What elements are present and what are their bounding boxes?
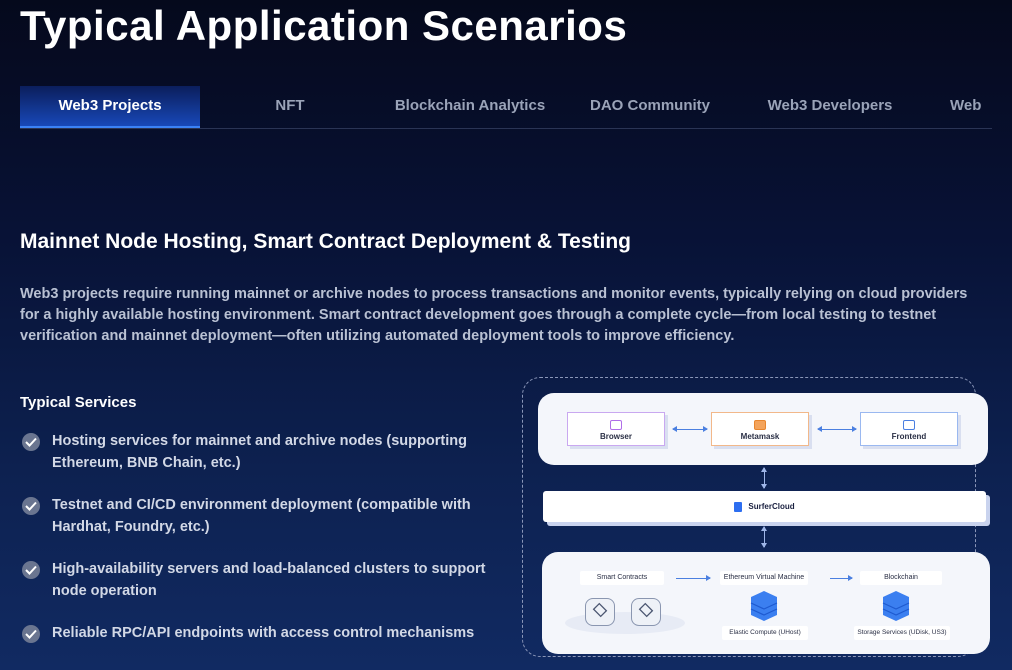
service-text: Hosting services for mainnet and archive…: [52, 433, 467, 471]
blockchain-label: Blockchain: [860, 571, 942, 585]
surfercloud-label: SurferCloud: [748, 502, 795, 511]
tab-web3-developers[interactable]: Web3 Developers: [755, 86, 905, 126]
section-title: Mainnet Node Hosting, Smart Contract Dep…: [20, 230, 631, 253]
arrow-cloud-infra: [761, 526, 767, 548]
arrow-client-cloud: [761, 467, 767, 489]
tab-blockchain-analytics[interactable]: Blockchain Analytics: [385, 86, 555, 126]
check-icon: [22, 433, 40, 451]
arrow-contracts-evm: [676, 575, 711, 581]
server-icon: [750, 590, 778, 622]
smart-contracts-label: Smart Contracts: [580, 571, 664, 585]
tab-dao-community[interactable]: DAO Community: [580, 86, 720, 126]
check-icon: [22, 625, 40, 643]
services-title: Typical Services: [20, 394, 137, 411]
scenario-tabs: Web3 Projects NFT Blockchain Analytics D…: [20, 86, 992, 129]
list-item: Testnet and CI/CD environment deployment…: [20, 494, 490, 538]
list-item: Reliable RPC/API endpoints with access c…: [20, 622, 490, 644]
surfercloud-bar: SurferCloud: [543, 491, 986, 522]
frontend-label: Frontend: [891, 432, 927, 441]
metamask-box: Metamask: [711, 412, 809, 446]
contract-node-icon: [631, 598, 661, 626]
contracts-base: [565, 612, 685, 634]
list-item: High-availability servers and load-balan…: [20, 558, 490, 602]
check-icon: [22, 497, 40, 515]
services-list: Hosting services for mainnet and archive…: [20, 430, 490, 644]
browser-box: Browser: [567, 412, 665, 446]
service-text: High-availability servers and load-balan…: [52, 561, 486, 599]
service-text: Reliable RPC/API endpoints with access c…: [52, 625, 475, 641]
contract-node-icon: [585, 598, 615, 626]
page-title: Typical Application Scenarios: [20, 2, 628, 49]
check-icon: [22, 561, 40, 579]
service-text: Testnet and CI/CD environment deployment…: [52, 497, 471, 535]
tab-web-partial[interactable]: Web: [950, 86, 992, 126]
elastic-compute-label: Elastic Compute (UHost): [722, 626, 808, 640]
tab-nft[interactable]: NFT: [220, 86, 360, 126]
section-description: Web3 projects require running mainnet or…: [20, 286, 968, 344]
frontend-box: Frontend: [860, 412, 958, 446]
document-icon: [734, 501, 743, 512]
tab-web3-projects[interactable]: Web3 Projects: [20, 86, 200, 128]
evm-label: Ethereum Virtual Machine: [720, 571, 808, 585]
frontend-icon: [903, 420, 915, 430]
list-item: Hosting services for mainnet and archive…: [20, 430, 490, 474]
metamask-icon: [754, 420, 766, 430]
arrow-browser-metamask: [672, 426, 708, 432]
metamask-label: Metamask: [740, 432, 780, 441]
arrow-metamask-frontend: [817, 426, 857, 432]
browser-icon: [610, 420, 622, 430]
storage-icon: [882, 590, 910, 622]
browser-label: Browser: [599, 432, 632, 441]
arrow-evm-blockchain: [830, 575, 853, 581]
storage-label: Storage Services (UDisk, US3): [854, 626, 950, 640]
